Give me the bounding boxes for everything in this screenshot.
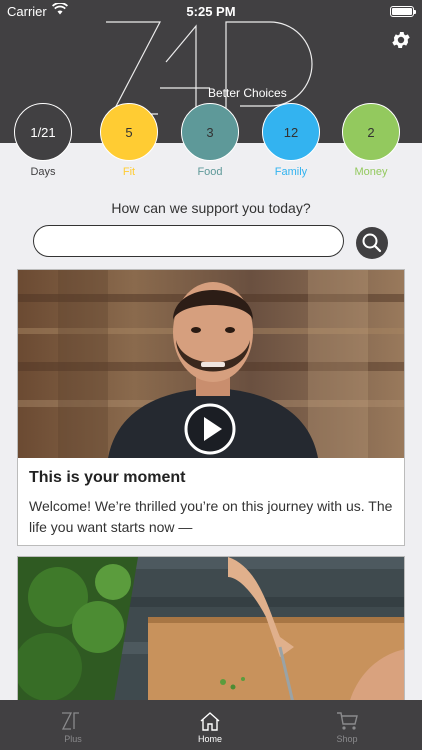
stat-label: Food — [197, 166, 223, 178]
stat-money[interactable]: 2 Money — [341, 103, 401, 178]
stat-label: Fit — [122, 166, 136, 178]
stat-fit[interactable]: 5 Fit — [99, 103, 159, 178]
tab-home[interactable]: Home — [140, 700, 280, 750]
status-time: 5:25 PM — [186, 4, 236, 19]
battery-icon — [390, 6, 416, 17]
video-card[interactable]: This is your moment Welcome! We’re thril… — [17, 269, 405, 546]
stat-circle: 1/21 — [14, 103, 72, 161]
stat-days[interactable]: 1/21 Days — [13, 103, 73, 178]
support-question: How can we support you today? — [111, 200, 311, 216]
play-icon[interactable] — [183, 402, 237, 456]
brand-tagline: Better Choices — [208, 86, 287, 100]
stat-circle: 3 — [181, 103, 239, 161]
tab-bar: Plus Home Shop — [0, 700, 422, 750]
video-thumbnail[interactable] — [18, 270, 404, 458]
stat-circle: 12 — [262, 103, 320, 161]
zp-logo-icon — [61, 712, 79, 730]
image-card[interactable] — [17, 556, 405, 706]
card-image — [18, 557, 404, 705]
card-title: This is your moment — [29, 469, 186, 486]
card-text: Welcome! We’re thrilled you’re on this j… — [29, 498, 393, 535]
stat-label: Days — [30, 166, 56, 178]
cart-icon — [337, 712, 358, 730]
tab-plus[interactable]: Plus — [3, 700, 143, 750]
stat-label: Family — [274, 166, 308, 178]
stat-food[interactable]: 3 Food — [180, 103, 240, 178]
tab-label: Home — [197, 734, 222, 744]
gear-icon[interactable] — [390, 29, 412, 51]
tab-shop[interactable]: Shop — [277, 700, 417, 750]
search-icon — [362, 233, 382, 253]
stat-family[interactable]: 12 Family — [261, 103, 321, 178]
progress-stats: 1/21 Days 5 Fit 3 Food 12 Family 2 Money — [0, 103, 422, 183]
stat-circle: 5 — [100, 103, 158, 161]
home-icon — [200, 712, 220, 731]
tab-label: Plus — [64, 734, 82, 744]
stat-circle: 2 — [342, 103, 400, 161]
search-button[interactable] — [356, 227, 388, 259]
tab-label: Shop — [336, 734, 358, 744]
search-input[interactable] — [33, 225, 344, 257]
stat-label: Money — [354, 166, 388, 178]
